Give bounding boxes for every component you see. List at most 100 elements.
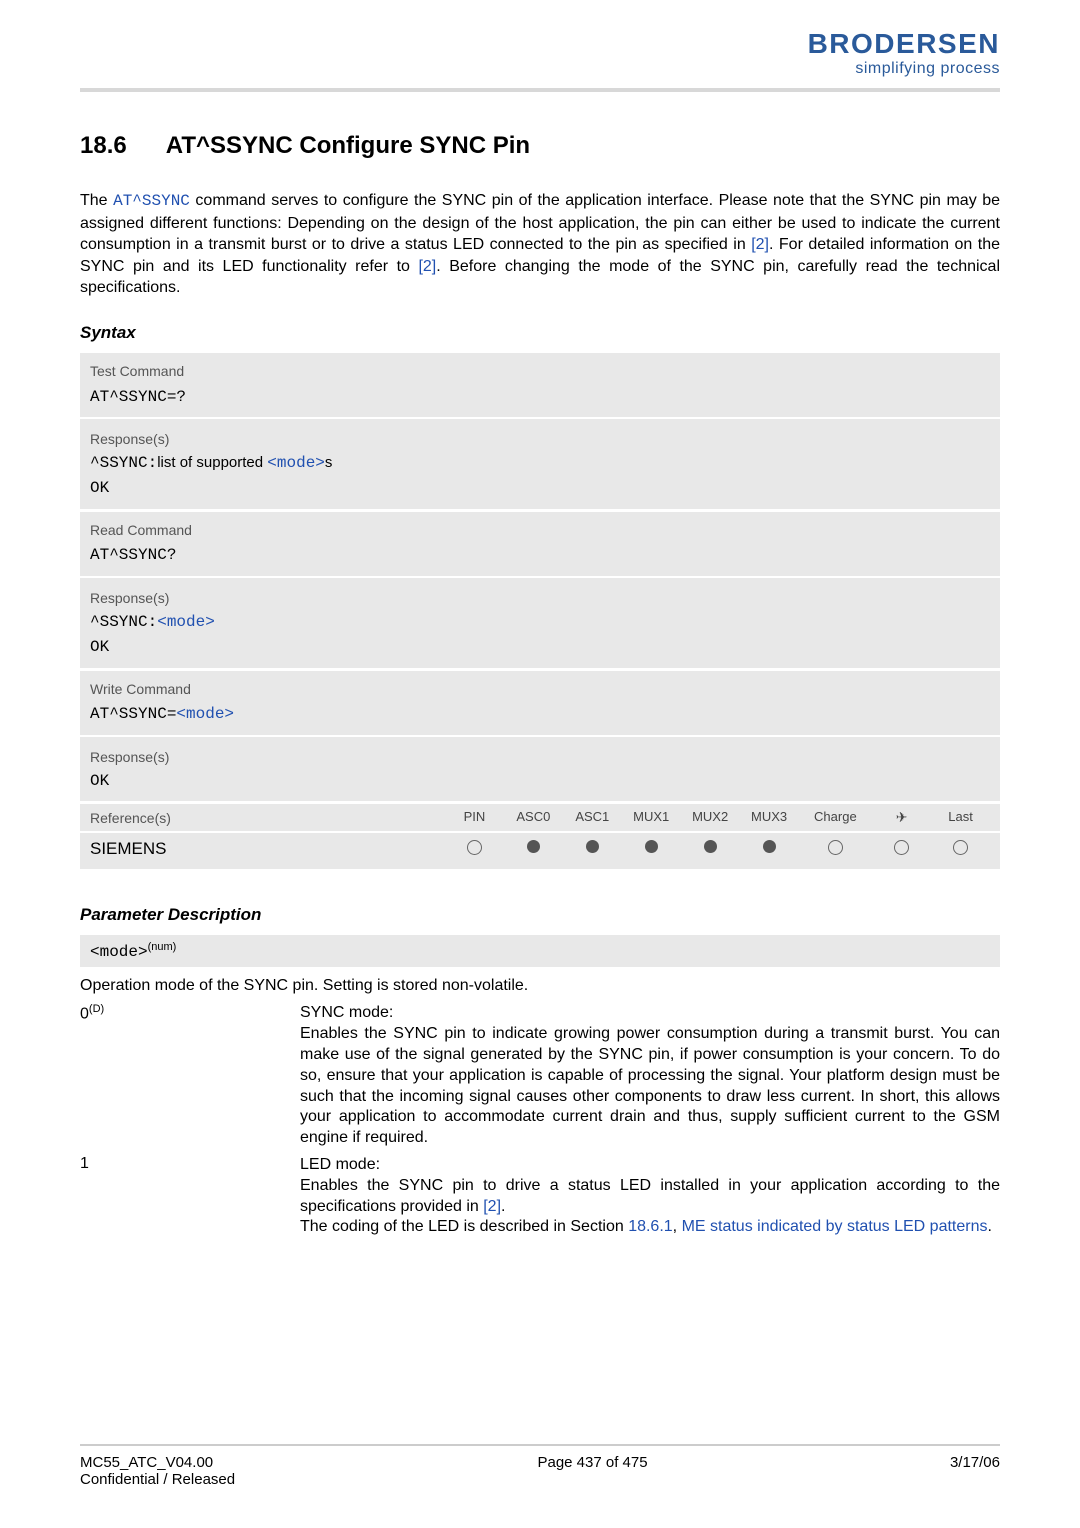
mode-text: ,: [673, 1218, 682, 1235]
section-name: AT^SSYNC Configure SYNC Pin: [166, 132, 530, 159]
response-label: Response(s): [90, 588, 990, 610]
test-command-block: Test Command AT^SSYNC=?: [80, 353, 1000, 417]
header: BRODERSEN simplifying process: [80, 30, 1000, 78]
response-label: Response(s): [90, 747, 990, 769]
solid-circle-icon: [763, 840, 776, 853]
col-mux2: MUX2: [681, 809, 740, 826]
footer-center: Page 437 of 475: [537, 1454, 647, 1488]
section-number: 18.6: [80, 132, 160, 160]
response-line: ^SSYNC:<mode>: [90, 610, 990, 635]
brand-logo: BRODERSEN simplifying process: [808, 30, 1000, 78]
dot-mux1: [622, 840, 681, 858]
value-text: 0: [80, 1006, 89, 1023]
dot-pin: [445, 840, 504, 858]
intro-text: The: [80, 192, 113, 209]
col-airplane-icon: ✈: [872, 809, 931, 826]
col-asc1: ASC1: [563, 809, 622, 826]
write-command-block: Write Command AT^SSYNC=<mode>: [80, 671, 1000, 735]
param-value-0: 0(D): [80, 1003, 300, 1149]
doc-id: MC55_ATC_V04.00: [80, 1454, 235, 1471]
col-last: Last: [931, 809, 990, 826]
ok-text: OK: [90, 769, 990, 794]
mode-param: <mode>: [90, 943, 148, 961]
read-command-block: Read Command AT^SSYNC?: [80, 512, 1000, 576]
doc-status: Confidential / Released: [80, 1471, 235, 1488]
block-label: Read Command: [90, 520, 990, 542]
block-label: Test Command: [90, 361, 990, 383]
open-circle-icon: [467, 840, 482, 855]
ref-link[interactable]: [2]: [751, 236, 769, 253]
response-text: list of supported: [157, 454, 267, 471]
param-description: Operation mode of the SYNC pin. Setting …: [80, 977, 1000, 995]
dot-mux3: [740, 840, 799, 858]
default-sup: (D): [89, 1003, 104, 1015]
airplane-icon: ✈: [896, 809, 908, 826]
reference-dots: [445, 840, 990, 858]
dot-last: [931, 840, 990, 858]
solid-circle-icon: [527, 840, 540, 853]
footer-row: MC55_ATC_V04.00 Confidential / Released …: [80, 1454, 1000, 1488]
footer-left: MC55_ATC_V04.00 Confidential / Released: [80, 1454, 235, 1488]
dot-airplane: [872, 840, 931, 858]
at-command-link[interactable]: AT^SSYNC: [113, 192, 190, 210]
section-link[interactable]: 18.6.1: [628, 1218, 672, 1235]
footer-divider: [80, 1444, 1000, 1446]
mode-text: .: [988, 1218, 992, 1235]
ref-link[interactable]: [2]: [418, 258, 436, 275]
reference-header-row: Reference(s) PIN ASC0 ASC1 MUX1 MUX2 MUX…: [80, 804, 1000, 831]
num-sup: (num): [148, 941, 177, 953]
ok-text: OK: [90, 476, 990, 501]
response-label: Response(s): [90, 429, 990, 451]
solid-circle-icon: [645, 840, 658, 853]
col-mux3: MUX3: [740, 809, 799, 826]
open-circle-icon: [894, 840, 909, 855]
mode-param-link[interactable]: <mode>: [157, 613, 215, 631]
block-label: Write Command: [90, 679, 990, 701]
response-suffix: s: [325, 454, 333, 471]
solid-circle-icon: [586, 840, 599, 853]
col-charge: Charge: [799, 809, 873, 826]
header-divider: [80, 88, 1000, 92]
mode-text: The coding of the LED is described in Se…: [300, 1218, 628, 1235]
reference-columns: PIN ASC0 ASC1 MUX1 MUX2 MUX3 Charge ✈ La…: [445, 809, 990, 826]
dot-mux2: [681, 840, 740, 858]
page-footer: MC55_ATC_V04.00 Confidential / Released …: [80, 1444, 1000, 1488]
section-link[interactable]: ME status indicated by status LED patter…: [682, 1218, 988, 1235]
command-prefix: AT^SSYNC=: [90, 705, 176, 723]
command-text: AT^SSYNC=?: [90, 385, 990, 410]
reference-label: Reference(s): [90, 810, 445, 826]
response-prefix: ^SSYNC:: [90, 613, 157, 631]
param-value-1: 1: [80, 1155, 300, 1238]
param-desc-0: SYNC mode: Enables the SYNC pin to indic…: [300, 1003, 1000, 1149]
mode-text: Enables the SYNC pin to indicate growing…: [300, 1025, 1000, 1146]
footer-right: 3/17/06: [950, 1454, 1000, 1488]
dot-charge: [799, 840, 873, 858]
mode-text: Enables the SYNC pin to drive a status L…: [300, 1177, 1000, 1215]
section-title: 18.6 AT^SSYNC Configure SYNC Pin: [80, 132, 1000, 160]
ref-link[interactable]: [2]: [483, 1198, 501, 1215]
col-pin: PIN: [445, 809, 504, 826]
ok-text: OK: [90, 635, 990, 660]
solid-circle-icon: [704, 840, 717, 853]
param-desc-1: LED mode: Enables the SYNC pin to drive …: [300, 1155, 1000, 1238]
syntax-heading: Syntax: [80, 323, 1000, 343]
mode-param-block: <mode>(num): [80, 935, 1000, 967]
open-circle-icon: [828, 840, 843, 855]
read-response-block: Response(s) ^SSYNC:<mode> OK: [80, 576, 1000, 667]
param-row-1: 1 LED mode: Enables the SYNC pin to driv…: [80, 1155, 1000, 1238]
mode-param-link[interactable]: <mode>: [267, 454, 325, 472]
test-response-block: Response(s) ^SSYNC:list of supported <mo…: [80, 417, 1000, 508]
command-text: AT^SSYNC?: [90, 543, 990, 568]
mode-title: SYNC mode:: [300, 1004, 393, 1021]
intro-paragraph: The AT^SSYNC command serves to configure…: [80, 190, 1000, 299]
col-mux1: MUX1: [622, 809, 681, 826]
mode-param-link[interactable]: <mode>: [176, 705, 234, 723]
col-asc0: ASC0: [504, 809, 563, 826]
command-text: AT^SSYNC=<mode>: [90, 702, 990, 727]
response-line: ^SSYNC:list of supported <mode>s: [90, 451, 990, 476]
response-prefix: ^SSYNC:: [90, 454, 157, 472]
dot-asc1: [563, 840, 622, 858]
brand-name: BRODERSEN: [808, 30, 1000, 58]
open-circle-icon: [953, 840, 968, 855]
write-response-block: Response(s) OK: [80, 735, 1000, 801]
